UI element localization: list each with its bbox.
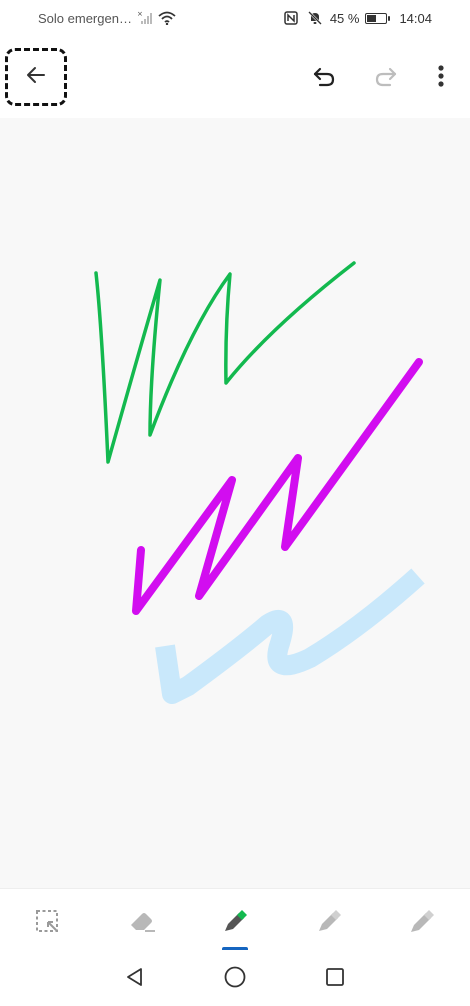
status-left: Solo emergen… ×: [38, 10, 176, 26]
back-arrow-icon: [24, 63, 48, 92]
marker-button[interactable]: [404, 905, 440, 941]
battery-percent: 45 %: [329, 10, 360, 26]
pen-button[interactable]: [217, 905, 253, 941]
marker-icon: [407, 907, 437, 940]
editor-toolbar: [0, 38, 470, 118]
more-options-button[interactable]: [423, 60, 459, 96]
lasso-select-button[interactable]: [29, 905, 65, 941]
pencil-icon: [314, 907, 344, 940]
nav-recents-button[interactable]: [320, 964, 350, 994]
back-button[interactable]: [5, 48, 67, 106]
lasso-select-icon: [34, 908, 60, 939]
nfc-icon: [282, 10, 300, 26]
stroke-green: [94, 261, 356, 464]
wifi-icon: [158, 10, 176, 26]
nav-home-button[interactable]: [220, 964, 250, 994]
more-vert-icon: [437, 64, 445, 93]
redo-button[interactable]: [368, 60, 404, 96]
redo-icon: [373, 63, 399, 94]
status-right: 45 % 14:04: [282, 10, 432, 26]
clock: 14:04: [399, 10, 432, 26]
strokes-layer: [94, 261, 425, 704]
back-triangle-icon: [124, 966, 146, 993]
pen-tools-bar: [0, 888, 470, 951]
svg-text:×: ×: [137, 11, 143, 18]
pencil-button[interactable]: [311, 905, 347, 941]
status-bar: Solo emergen… × 45 % 14:04: [0, 0, 470, 38]
carrier-text: Solo emergen…: [38, 10, 132, 26]
undo-icon: [311, 63, 337, 94]
undo-button[interactable]: [306, 60, 342, 96]
home-circle-icon: [223, 965, 247, 994]
no-signal-icon: ×: [136, 10, 154, 26]
eraser-button[interactable]: [124, 905, 160, 941]
system-nav-bar: [0, 950, 470, 1006]
stroke-magenta: [132, 358, 423, 615]
drawing-canvas[interactable]: [0, 118, 470, 888]
eraser-icon: [127, 908, 157, 939]
battery-fill: [367, 14, 377, 22]
recents-square-icon: [324, 966, 346, 993]
pen-icon: [220, 907, 250, 940]
mute-bell-icon: [306, 10, 324, 26]
nav-back-button[interactable]: [120, 964, 150, 994]
battery-icon: [365, 12, 391, 24]
